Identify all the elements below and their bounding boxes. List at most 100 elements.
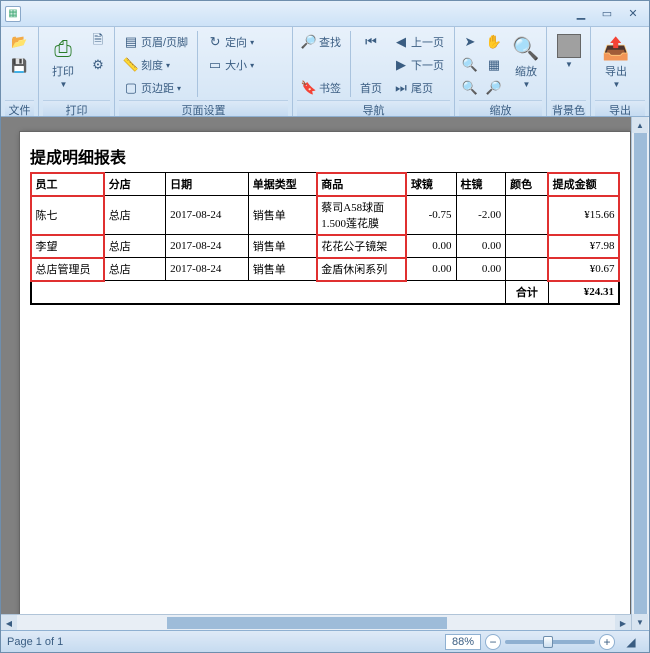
orientation-button[interactable]: ↻定向▾ [203,31,258,53]
report-table: 员工 分店 日期 单据类型 商品 球镜 柱镜 颜色 提成金额 陈七 总店 [30,172,620,305]
vertical-scrollbar[interactable]: ▲ ▼ [631,117,649,630]
app-window: ▦ ▁ ▭ ✕ 📂 💾 文件 ⎙ 打印 ▼ 🗎 [0,0,650,653]
prev-page-icon: ◀ [393,34,409,50]
save-button[interactable]: 💾 [8,55,32,77]
page-icon: 🗎 [90,34,106,50]
zoom-in-button[interactable]: + [599,634,615,650]
document-area: 提成明细报表 员工 分店 日期 单据类型 商品 球镜 柱镜 颜色 提成金额 [1,117,649,630]
table-header-row: 员工 分店 日期 单据类型 商品 球镜 柱镜 颜色 提成金额 [31,173,619,196]
table-row: 李望 总店 2017-08-24 销售单 花花公子镜架 0.00 0.00 ¥7… [31,235,619,258]
orientation-icon: ↻ [207,34,223,50]
th-product: 商品 [317,173,407,196]
bookmark-button[interactable]: 🔖书签 [297,77,345,99]
zoom-in-icon: 🔎 [486,80,502,96]
group-label-export: 导出 [595,100,645,116]
group-print: ⎙ 打印 ▼ 🗎 ⚙ 打印 [39,27,115,116]
th-amount: 提成金额 [548,173,619,196]
resize-grip-icon[interactable]: ◢ [623,634,639,650]
next-page-icon: ▶ [393,57,409,73]
th-emp: 员工 [31,173,104,196]
scroll-down-icon[interactable]: ▼ [632,614,648,630]
th-store: 分店 [104,173,165,196]
first-page-button[interactable]: ⏮ [356,31,386,53]
close-button[interactable]: ✕ [621,5,645,23]
table-total-row: 合计 ¥24.31 [31,281,619,305]
zoom-in-small-button[interactable]: 🔎 [483,77,505,99]
zoom-slider[interactable] [505,640,595,644]
zoom-out-small-button[interactable]: 🔍 [459,77,481,99]
ruler-icon: 📏 [123,57,139,73]
multi-page-icon: ▦ [487,57,501,73]
chevron-down-icon: ▼ [523,80,531,89]
many-pages-button[interactable]: ▦ [483,54,505,76]
chevron-down-icon: ▼ [565,60,573,69]
print-options-button[interactable]: ⚙ [86,54,110,76]
chevron-down-icon: ▼ [613,80,621,89]
scale-button[interactable]: 📏刻度▾ [119,54,192,76]
group-export: 📤 导出 ▼ 导出 [591,27,649,116]
group-zoom: ➤ ✋ 🔍 ▦ 🔍 🔎 🔍 缩放 ▼ [455,27,547,116]
printer-icon: ⎙ [48,34,78,64]
scroll-thumb-v[interactable] [634,133,647,614]
total-label: 合计 [506,281,549,305]
th-color: 颜色 [506,173,549,196]
total-amount: ¥24.31 [548,281,619,305]
last-page-button[interactable]: ⏭尾页 [389,77,448,99]
restore-button[interactable]: ▭ [595,5,619,23]
magnifier-button[interactable]: 🔍 [459,54,481,76]
group-label-bg: 背景色 [551,100,586,116]
status-bar: Page 1 of 1 88% − + ◢ [1,630,649,652]
hand-icon: ✋ [486,34,502,50]
group-label-nav: 导航 [297,100,450,116]
export-button[interactable]: 📤 导出 ▼ [595,31,637,92]
save-icon: 💾 [12,58,28,74]
magnifier-icon: 🔍 [462,57,478,73]
report-page: 提成明细报表 员工 分店 日期 单据类型 商品 球镜 柱镜 颜色 提成金额 [19,131,631,630]
pointer-tool-button[interactable]: ➤ [459,31,481,53]
size-button[interactable]: ▭大小▾ [203,54,258,76]
header-footer-button[interactable]: ▤页眉/页脚 [119,31,192,53]
last-page-icon: ⏭ [393,80,409,96]
table-row: 总店管理员 总店 2017-08-24 销售单 金盾休闲系列 0.00 0.00… [31,258,619,281]
zoom-percent[interactable]: 88% [445,634,481,650]
find-button[interactable]: 🔎查找 [297,31,345,53]
options-icon: ⚙ [90,57,106,73]
group-page-setup: ▤页眉/页脚 📏刻度▾ ▢页边距▾ ↻定向▾ ▭大小▾ 页面设置 [115,27,293,116]
chevron-down-icon: ▾ [177,84,181,93]
th-ball: 球镜 [406,173,456,196]
group-label-print: 打印 [43,100,110,116]
group-bgcolor: ▼ 背景色 [547,27,591,116]
next-page-button[interactable]: ▶下一页 [389,54,448,76]
page-indicator: Page 1 of 1 [7,636,63,648]
scroll-up-icon[interactable]: ▲ [632,117,648,133]
chevron-down-icon: ▾ [250,38,254,47]
quick-print-button[interactable]: 🗎 [86,31,110,53]
bgcolor-button[interactable]: ▼ [551,31,586,72]
hand-tool-button[interactable]: ✋ [483,31,505,53]
prev-page-button[interactable]: ◀上一页 [389,31,448,53]
scroll-right-icon[interactable]: ▶ [615,615,631,630]
ribbon: 📂 💾 文件 ⎙ 打印 ▼ 🗎 ⚙ 打印 [1,27,649,117]
zoom-slider-knob[interactable] [543,636,553,648]
zoom-out-button[interactable]: − [485,634,501,650]
zoom-out-icon: 🔍 [462,80,478,96]
header-footer-icon: ▤ [123,34,139,50]
print-button[interactable]: ⎙ 打印 ▼ [43,31,83,92]
chevron-down-icon: ▾ [166,61,170,70]
open-button[interactable]: 📂 [8,31,32,53]
scroll-thumb-h[interactable] [167,617,447,629]
minimize-button[interactable]: ▁ [569,5,593,23]
th-type: 单据类型 [248,173,316,196]
bookmark-icon: 🔖 [301,80,317,96]
th-cyl: 柱镜 [456,173,506,196]
table-row: 陈七 总店 2017-08-24 销售单 蔡司A58球面1.500莲花膜 -0.… [31,196,619,235]
group-navigation: 🔎查找 🔖书签 ⏮ 首页 ◀上一页 ▶下一页 ⏭尾页 导航 [293,27,455,116]
margins-button[interactable]: ▢页边距▾ [119,77,192,99]
scroll-left-icon[interactable]: ◀ [1,615,17,630]
first-page-label[interactable]: 首页 [356,77,386,99]
zoom-button[interactable]: 🔍 缩放 ▼ [508,31,544,92]
horizontal-scrollbar[interactable]: ◀ ▶ [1,614,631,630]
chevron-down-icon: ▾ [250,61,254,70]
first-page-icon: ⏮ [363,34,379,50]
color-swatch-icon [557,34,581,58]
